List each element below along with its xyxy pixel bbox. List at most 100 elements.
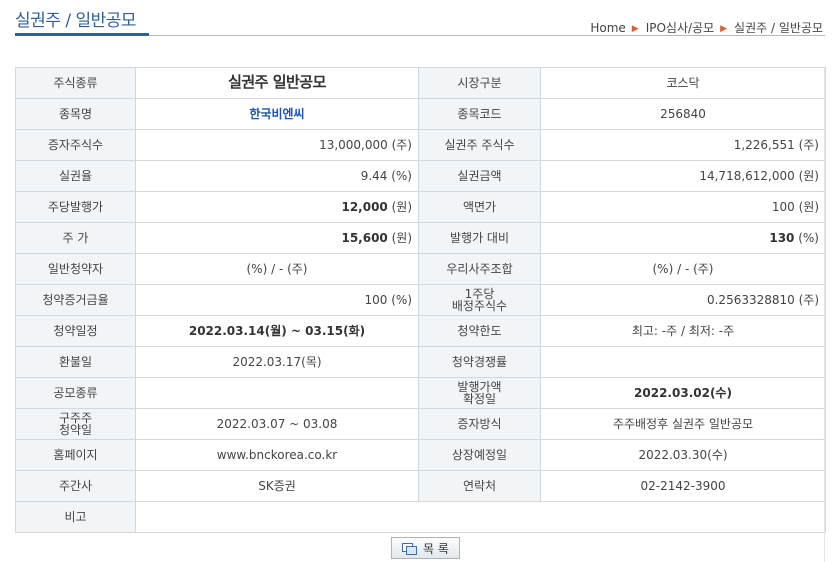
homepage-value: www.bnckorea.co.kr (135, 439, 419, 471)
sub-limit-label: 청약한도 (418, 315, 541, 347)
per-share-label: 1주당 배정주식수 (418, 284, 541, 316)
page-title: 실권주 / 일반공모 (15, 11, 137, 31)
price-fix-label-line2: 확정일 (462, 392, 497, 406)
competition-value (540, 346, 826, 378)
contact-value: 02-2142-3900 (540, 470, 826, 502)
contact-label: 연락처 (418, 470, 541, 502)
capital-shares-value: 13,000,000 (주) (135, 129, 419, 161)
code-value: 256840 (540, 98, 826, 130)
employee-label: 우리사주조합 (418, 253, 541, 285)
forfeited-shares-value: 1,226,551 (주) (540, 129, 826, 161)
table-row: 환불일 2022.03.17(목) 청약경쟁률 (15, 346, 826, 378)
issue-price-number: 12,000 (341, 199, 388, 214)
price-fix-label: 발행가액 확정일 (418, 377, 541, 409)
forfeit-amount-value: 14,718,612,000 (원) (540, 160, 826, 192)
market-label: 시장구분 (418, 67, 541, 99)
method-value: 주주배정후 실권주 일반공모 (540, 408, 826, 440)
price-number: 15,600 (341, 230, 388, 245)
sub-date-label: 청약일정 (15, 315, 136, 347)
vs-issue-value: 130 (%) (540, 222, 826, 254)
manager-label: 주간사 (15, 470, 136, 502)
offer-type-value (135, 377, 419, 409)
refund-label: 환불일 (15, 346, 136, 378)
employee-value: (%) / - (주) (540, 253, 826, 285)
breadcrumb-current[interactable]: 실권주 / 일반공모 (734, 21, 823, 35)
offer-type-label: 공모종류 (15, 377, 136, 409)
vs-issue-unit: (%) (794, 230, 819, 245)
margin-label: 청약증거금율 (15, 284, 136, 316)
vs-issue-number: 130 (769, 230, 795, 245)
par-label: 액면가 (418, 191, 541, 223)
title-underline (15, 33, 149, 36)
issue-price-label: 주당발행가 (15, 191, 136, 223)
competition-label: 청약경쟁률 (418, 346, 541, 378)
stock-type-value: 실권주 일반공모 (135, 67, 419, 99)
general-sub-label: 일반청약자 (15, 253, 136, 285)
table-row: 홈페이지 www.bnckorea.co.kr 상장예정일 2022.03.30… (15, 439, 826, 471)
vs-issue-label: 발행가 대비 (418, 222, 541, 254)
remarks-value (135, 501, 826, 533)
table-row: 비고 (15, 501, 826, 533)
forfeit-rate-label: 실권율 (15, 160, 136, 192)
sub-date-text: 2022.03.14(월) ~ 03.15(화) (188, 323, 366, 338)
price-label: 주 가 (15, 222, 136, 254)
forfeited-shares-label: 실권주 주식수 (418, 129, 541, 161)
table-row: 주식종류 실권주 일반공모 시장구분 코스닥 (15, 67, 826, 99)
refund-value: 2022.03.17(목) (135, 346, 419, 378)
offering-info-table: 주식종류 실권주 일반공모 시장구분 코스닥 종목명 한국비엔씨 종목코드 25… (15, 67, 826, 533)
table-row: 일반청약자 (%) / - (주) 우리사주조합 (%) / - (주) (15, 253, 826, 285)
old-sub-label-line2: 청약일 (58, 423, 93, 437)
table-row: 청약일정 2022.03.14(월) ~ 03.15(화) 청약한도 최고: -… (15, 315, 826, 347)
table-row: 구주주 청약일 2022.03.07 ~ 03.08 증자방식 주주배정후 실권주… (15, 408, 826, 440)
listing-label: 상장예정일 (418, 439, 541, 471)
name-value: 한국비엔씨 (135, 98, 419, 130)
method-label: 증자방식 (418, 408, 541, 440)
price-unit: (원) (387, 230, 412, 245)
forfeit-amount-label: 실권금액 (418, 160, 541, 192)
forfeit-rate-value: 9.44 (%) (135, 160, 419, 192)
manager-value: SK증권 (135, 470, 419, 502)
list-button-label: 목 록 (423, 541, 449, 556)
table-row: 공모종류 발행가액 확정일 2022.03.02(수) (15, 377, 826, 409)
breadcrumb-ipo[interactable]: IPO심사/공모 (646, 21, 714, 35)
list-button[interactable]: 목 록 (391, 537, 460, 559)
homepage-link[interactable]: www.bnckorea.co.kr (217, 448, 338, 462)
stock-type-text: 실권주 일반공모 (228, 73, 326, 91)
sub-limit-value: 최고: -주 / 최저: -주 (540, 315, 826, 347)
listing-value: 2022.03.30(수) (540, 439, 826, 471)
breadcrumb-arrow-icon: ▶ (720, 24, 728, 34)
general-sub-value: (%) / - (주) (135, 253, 419, 285)
capital-shares-label: 증자주식수 (15, 129, 136, 161)
table-row: 주간사 SK증권 연락처 02-2142-3900 (15, 470, 826, 502)
table-row: 실권율 9.44 (%) 실권금액 14,718,612,000 (원) (15, 160, 826, 192)
old-sub-label: 구주주 청약일 (15, 408, 136, 440)
price-fix-value: 2022.03.02(수) (540, 377, 826, 409)
sub-date-value: 2022.03.14(월) ~ 03.15(화) (135, 315, 419, 347)
market-value: 코스닥 (540, 67, 826, 99)
old-sub-value: 2022.03.07 ~ 03.08 (135, 408, 419, 440)
margin-value: 100 (%) (135, 284, 419, 316)
par-value: 100 (원) (540, 191, 826, 223)
homepage-label: 홈페이지 (15, 439, 136, 471)
breadcrumb: Home ▶ IPO심사/공모 ▶ 실권주 / 일반공모 (590, 19, 823, 36)
table-row: 청약증거금율 100 (%) 1주당 배정주식수 0.2563328810 (주) (15, 284, 826, 316)
table-row: 종목명 한국비엔씨 종목코드 256840 (15, 98, 826, 130)
issue-price-value: 12,000 (원) (135, 191, 419, 223)
per-share-label-line2: 배정주식수 (451, 299, 508, 313)
right-edge-divider (824, 67, 825, 562)
stock-type-label: 주식종류 (15, 67, 136, 99)
company-name-link[interactable]: 한국비엔씨 (249, 107, 304, 121)
table-row: 주당발행가 12,000 (원) 액면가 100 (원) (15, 191, 826, 223)
table-row: 주 가 15,600 (원) 발행가 대비 130 (%) (15, 222, 826, 254)
price-fix-text: 2022.03.02(수) (634, 385, 732, 400)
list-icon (402, 542, 418, 555)
breadcrumb-arrow-icon: ▶ (631, 24, 639, 34)
price-value: 15,600 (원) (135, 222, 419, 254)
breadcrumb-home[interactable]: Home (590, 21, 625, 35)
name-label: 종목명 (15, 98, 136, 130)
remarks-label: 비고 (15, 501, 136, 533)
code-label: 종목코드 (418, 98, 541, 130)
issue-price-unit: (원) (387, 199, 412, 214)
per-share-value: 0.2563328810 (주) (540, 284, 826, 316)
table-row: 증자주식수 13,000,000 (주) 실권주 주식수 1,226,551 (… (15, 129, 826, 161)
